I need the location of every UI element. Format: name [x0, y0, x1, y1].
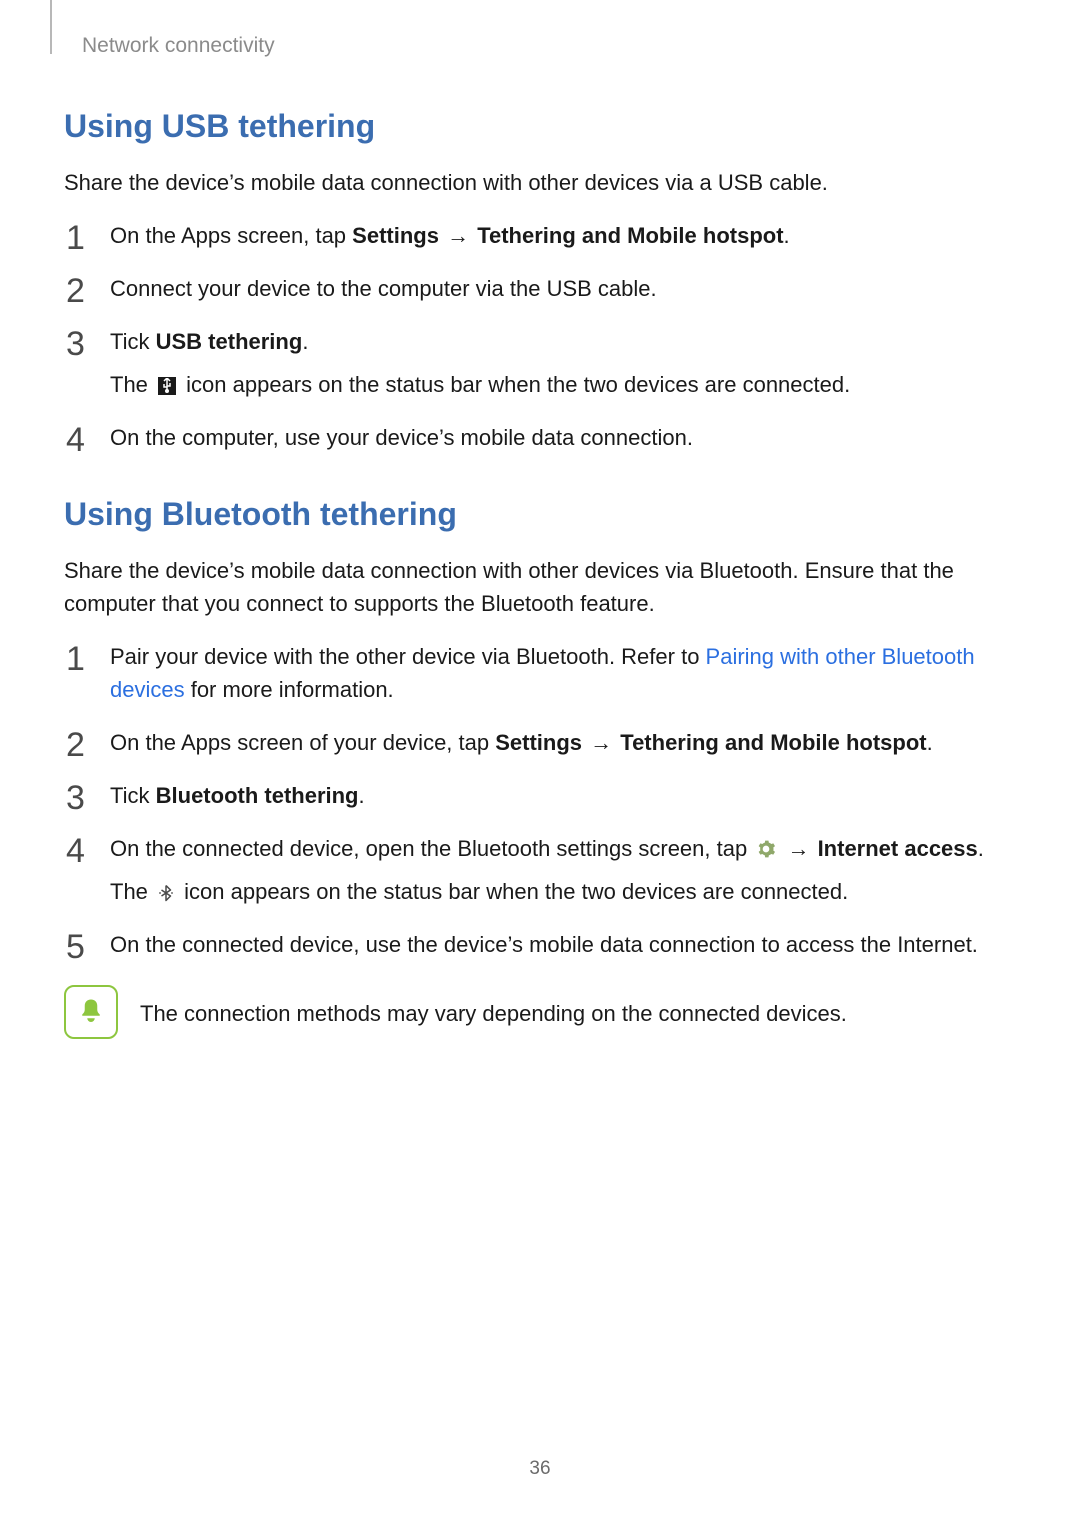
bluetooth-tether-icon — [157, 878, 175, 896]
step-1: On the Apps screen, tap Settings → Tethe… — [64, 219, 1016, 252]
step-3: Tick USB tethering. The icon appears on … — [64, 325, 1016, 401]
section2-intro: Share the device’s mobile data connectio… — [64, 554, 1016, 620]
text: On the connected device, use the device’… — [110, 932, 978, 957]
text: icon appears on the status bar when the … — [180, 372, 850, 397]
arrow-icon: → — [779, 836, 817, 861]
step-2: Connect your device to the computer via … — [64, 272, 1016, 305]
text: Pair your device with the other device v… — [110, 644, 706, 669]
breadcrumb: Network connectivity — [82, 30, 1016, 62]
heading-usb-tethering: Using USB tethering — [64, 102, 1016, 150]
section2-steps: Pair your device with the other device v… — [64, 640, 1016, 961]
text: On the Apps screen, tap — [110, 223, 352, 248]
text: The — [110, 879, 154, 904]
note-text: The connection methods may vary dependin… — [140, 985, 847, 1030]
text: . — [978, 836, 984, 861]
step-1: Pair your device with the other device v… — [64, 640, 1016, 706]
step-5: On the connected device, use the device’… — [64, 928, 1016, 961]
usb-tether-icon — [158, 377, 176, 395]
section1-steps: On the Apps screen, tap Settings → Tethe… — [64, 219, 1016, 454]
step-2: On the Apps screen of your device, tap S… — [64, 726, 1016, 759]
text: Tick — [110, 783, 156, 808]
internet-access-label: Internet access — [818, 836, 978, 861]
section1-intro: Share the device’s mobile data connectio… — [64, 166, 1016, 199]
step-4-sub: The icon appears on the status bar when … — [110, 875, 1016, 908]
gear-icon — [756, 835, 776, 855]
note-icon — [64, 985, 118, 1039]
text: for more information. — [185, 677, 394, 702]
settings-label: Settings — [495, 730, 582, 755]
header-rule — [50, 0, 52, 54]
text: Tick — [110, 329, 156, 354]
tethering-label: Tethering and Mobile hotspot — [620, 730, 926, 755]
text: The — [110, 372, 154, 397]
text: On the computer, use your device’s mobil… — [110, 425, 693, 450]
page-number: 36 — [0, 1455, 1080, 1484]
text: . — [784, 223, 790, 248]
step-3: Tick Bluetooth tethering. — [64, 779, 1016, 812]
step-4: On the connected device, open the Blueto… — [64, 832, 1016, 908]
note: The connection methods may vary dependin… — [64, 985, 1016, 1039]
text: . — [302, 329, 308, 354]
text: . — [927, 730, 933, 755]
text: . — [359, 783, 365, 808]
step-4: On the computer, use your device’s mobil… — [64, 421, 1016, 454]
arrow-icon: → — [582, 730, 620, 755]
step-3-sub: The icon appears on the status bar when … — [110, 368, 1016, 401]
text: icon appears on the status bar when the … — [178, 879, 848, 904]
settings-label: Settings — [352, 223, 439, 248]
usb-tethering-label: USB tethering — [156, 329, 303, 354]
heading-bluetooth-tethering: Using Bluetooth tethering — [64, 490, 1016, 538]
page: Network connectivity Using USB tethering… — [0, 0, 1080, 1527]
arrow-icon: → — [439, 223, 477, 248]
bluetooth-tethering-label: Bluetooth tethering — [156, 783, 359, 808]
text: Connect your device to the computer via … — [110, 276, 657, 301]
text: On the Apps screen of your device, tap — [110, 730, 495, 755]
tethering-label: Tethering and Mobile hotspot — [477, 223, 783, 248]
text: On the connected device, open the Blueto… — [110, 836, 753, 861]
